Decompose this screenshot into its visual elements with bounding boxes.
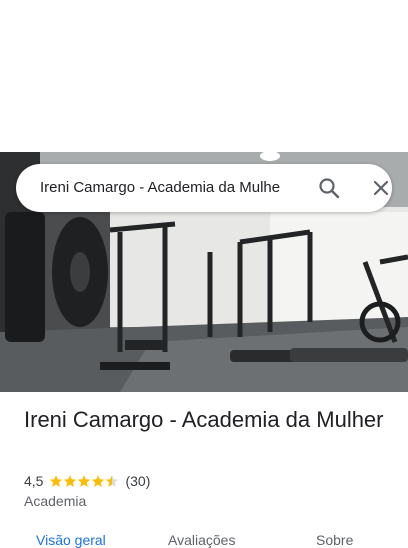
star-rating	[49, 474, 119, 488]
close-icon	[373, 180, 389, 196]
search-button[interactable]	[317, 176, 341, 200]
place-category: Academia	[24, 493, 87, 509]
star-full-icon	[64, 475, 77, 487]
review-count[interactable]: (30)	[125, 473, 150, 489]
search-bar[interactable]: Ireni Camargo - Academia da Mulhe	[16, 164, 392, 212]
tab-reviews[interactable]: Avaliações	[168, 532, 235, 548]
star-half-icon	[106, 475, 119, 487]
close-button[interactable]	[369, 176, 393, 200]
tab-about[interactable]: Sobre	[316, 532, 353, 548]
tab-overview[interactable]: Visão geral	[36, 532, 106, 548]
place-title: Ireni Camargo - Academia da Mulher	[24, 407, 384, 432]
rating-value: 4,5	[24, 473, 44, 489]
map-blank-area	[0, 0, 408, 152]
rating-row[interactable]: 4,5 (30)	[24, 472, 150, 490]
star-full-icon	[78, 475, 91, 487]
place-tabs: Visão geral Avaliações Sobre	[0, 528, 408, 548]
star-full-icon	[92, 475, 105, 487]
star-full-icon	[50, 475, 63, 487]
search-input[interactable]: Ireni Camargo - Academia da Mulhe	[40, 164, 290, 212]
search-icon	[319, 178, 340, 199]
